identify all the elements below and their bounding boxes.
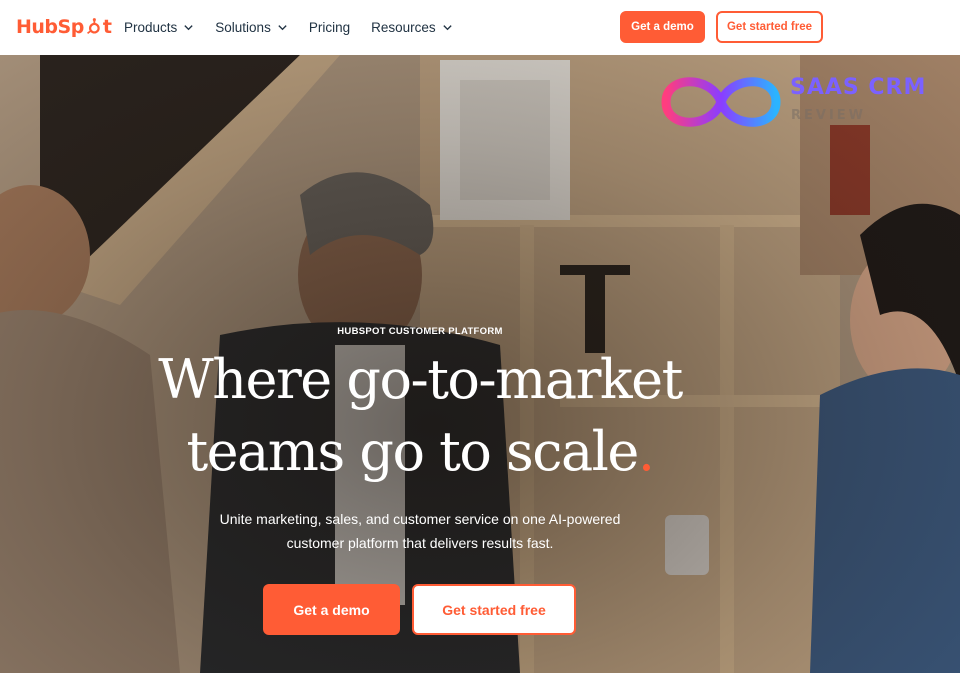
menu-item-label: Products — [124, 20, 178, 35]
top-navigation: HubSp t Products Solutions Pricing Resou… — [0, 0, 960, 55]
menu-item-resources[interactable]: Resources — [371, 20, 453, 35]
nav-get-started-free-button[interactable]: Get started free — [716, 11, 823, 43]
hero-subtext-line2: customer platform that delivers results … — [286, 535, 554, 551]
menu-item-label: Pricing — [308, 20, 351, 35]
menu-item-label: Resources — [371, 20, 436, 35]
chevron-down-icon — [278, 25, 287, 31]
hero-subtext-line1: Unite marketing, sales, and customer ser… — [219, 511, 621, 527]
chevron-down-icon — [442, 25, 452, 31]
headline-line2-text: teams go to scale — [186, 420, 639, 483]
nav-get-demo-button[interactable]: Get a demo — [620, 11, 705, 43]
sprocket-icon — [86, 17, 100, 34]
main-menu: Products Solutions Pricing Resources — [124, 0, 474, 55]
hero-get-started-free-button[interactable]: Get started free — [412, 584, 576, 635]
watermark-subtitle: REVIEW — [791, 108, 867, 123]
headline-orange-dot: . — [637, 420, 655, 483]
hero-headline-line2: teams go to scale. — [0, 417, 840, 487]
hero-section: HUBSPOT CUSTOMER PLATFORM Where go-to-ma… — [0, 55, 960, 673]
logo-text-left: HubSp — [16, 16, 84, 38]
hero-headline-line1: Where go-to-market — [158, 348, 683, 411]
menu-item-products[interactable]: Products — [124, 20, 194, 35]
menu-item-label: Solutions — [215, 20, 271, 35]
hero-get-demo-button[interactable]: Get a demo — [263, 584, 400, 635]
watermark-title: SAAS CRM — [790, 75, 927, 100]
menu-item-solutions[interactable]: Solutions — [215, 20, 288, 35]
chevron-down-icon — [184, 25, 193, 31]
hero-eyebrow: HUBSPOT CUSTOMER PLATFORM — [337, 326, 503, 337]
logo-text-right: t — [102, 16, 112, 38]
menu-item-pricing[interactable]: Pricing — [309, 20, 350, 35]
hubspot-logo[interactable]: HubSp t — [16, 14, 112, 40]
